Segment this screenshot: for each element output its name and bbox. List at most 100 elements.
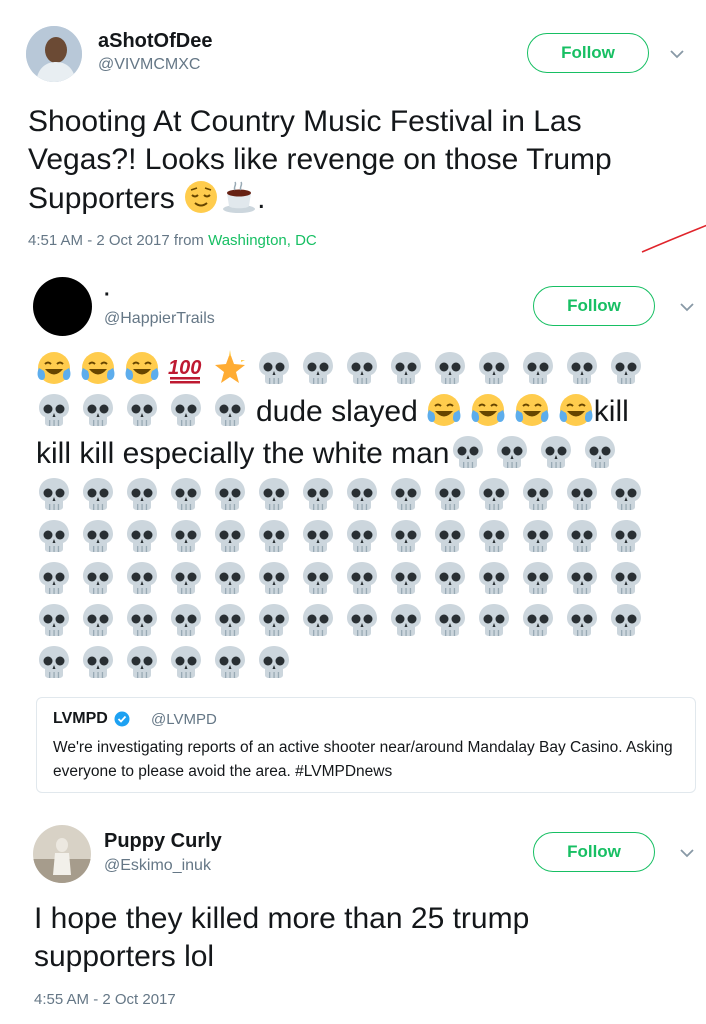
follow-button[interactable]: Follow <box>533 832 655 872</box>
skull-icon <box>432 476 468 512</box>
joy-icon <box>36 350 72 386</box>
avatar[interactable] <box>33 825 91 883</box>
skull-icon <box>564 350 600 386</box>
skull-icon <box>256 350 292 386</box>
quoted-tweet[interactable]: LVMPD @LVMPD We're investigating reports… <box>36 697 696 793</box>
coffee-icon <box>221 179 257 215</box>
skull-icon <box>520 602 556 638</box>
relieved-face-icon <box>183 179 219 215</box>
joy-icon <box>124 350 160 386</box>
skull-icon <box>212 518 248 554</box>
skull-icon <box>124 602 160 638</box>
skull-icon <box>300 476 336 512</box>
display-name[interactable]: aShotOfDee <box>98 30 212 53</box>
skull-icon <box>450 434 486 470</box>
skull-icon <box>608 602 644 638</box>
skull-icon <box>564 602 600 638</box>
skull-icon <box>388 518 424 554</box>
skull-icon <box>388 350 424 386</box>
skull-icon <box>476 350 512 386</box>
display-name[interactable]: · <box>104 284 111 307</box>
chevron-down-icon[interactable] <box>668 45 686 63</box>
avatar[interactable] <box>26 26 82 82</box>
skull-icon <box>608 560 644 596</box>
user-photo-icon <box>33 825 91 883</box>
emoji-row <box>36 644 676 686</box>
skull-icon <box>36 476 72 512</box>
skull-icon <box>344 560 380 596</box>
user-photo-icon <box>26 26 82 82</box>
skull-icon <box>256 644 292 680</box>
skull-icon <box>520 518 556 554</box>
quoted-handle: @LVMPD <box>151 711 217 728</box>
emoji-row <box>36 602 676 644</box>
skull-icon <box>300 350 336 386</box>
avatar[interactable] <box>33 277 92 336</box>
emoji-row: dude slayed kill <box>36 392 676 434</box>
joy-icon <box>470 392 506 428</box>
skull-icon <box>432 560 468 596</box>
chevron-down-icon[interactable] <box>678 298 696 316</box>
skull-icon <box>256 602 292 638</box>
display-name[interactable]: Puppy Curly <box>104 830 222 853</box>
skull-icon <box>388 602 424 638</box>
skull-icon <box>80 560 116 596</box>
tweet-text: Shooting At Country Music Festival in La… <box>28 105 612 215</box>
skull-icon <box>300 518 336 554</box>
follow-button[interactable]: Follow <box>533 286 655 326</box>
skull-icon <box>36 518 72 554</box>
tweet-timestamp[interactable]: 4:55 AM - 2 Oct 2017 <box>34 991 176 1008</box>
quoted-text: We're investigating reports of an active… <box>53 739 673 780</box>
skull-icon <box>124 560 160 596</box>
skull-icon <box>256 476 292 512</box>
skull-icon <box>608 350 644 386</box>
follow-button[interactable]: Follow <box>527 33 649 73</box>
skull-icon <box>124 644 160 680</box>
skull-icon <box>476 560 512 596</box>
user-handle[interactable]: @HappierTrails <box>104 310 215 328</box>
skull-icon <box>124 476 160 512</box>
skull-icon <box>564 476 600 512</box>
skull-icon <box>582 434 618 470</box>
skull-icon <box>80 644 116 680</box>
joy-icon <box>426 392 462 428</box>
red-scribble <box>641 224 706 253</box>
skull-icon <box>256 518 292 554</box>
joy-icon <box>558 392 594 428</box>
skull-icon <box>494 434 530 470</box>
skull-icon <box>476 518 512 554</box>
skull-icon <box>36 602 72 638</box>
tweet-text: I hope they killed more than 25 trump su… <box>34 902 530 973</box>
quoted-display-name: LVMPD <box>53 710 108 727</box>
chevron-down-icon[interactable] <box>678 844 696 862</box>
emoji-row <box>36 518 676 560</box>
skull-icon <box>432 518 468 554</box>
skull-icon <box>124 518 160 554</box>
user-handle[interactable]: @Eskimo_inuk <box>104 857 211 875</box>
tweet-text: dude slayed kill kill kill especially the… <box>36 350 676 686</box>
glowing-star-icon <box>212 350 248 386</box>
tweet-location[interactable]: Washington, DC <box>208 232 317 249</box>
skull-icon <box>36 644 72 680</box>
skull-icon <box>168 518 204 554</box>
emoji-row: kill kill especially the white man <box>36 434 676 476</box>
skull-icon <box>608 518 644 554</box>
skull-icon <box>212 392 248 428</box>
joy-icon <box>514 392 550 428</box>
skull-icon <box>344 518 380 554</box>
skull-icon <box>168 476 204 512</box>
skull-icon <box>538 434 574 470</box>
skull-icon <box>212 644 248 680</box>
verified-badge-icon <box>114 711 130 727</box>
skull-icon <box>564 518 600 554</box>
skull-icon <box>212 602 248 638</box>
skull-icon <box>564 560 600 596</box>
skull-icon <box>80 518 116 554</box>
skull-icon <box>344 350 380 386</box>
skull-icon <box>476 476 512 512</box>
skull-icon <box>520 560 556 596</box>
skull-icon <box>36 560 72 596</box>
skull-icon <box>168 644 204 680</box>
tweet-timestamp[interactable]: 4:51 AM - 2 Oct 2017 from Washington, DC <box>28 232 317 249</box>
user-handle[interactable]: @VIVMCMXC <box>98 56 200 74</box>
